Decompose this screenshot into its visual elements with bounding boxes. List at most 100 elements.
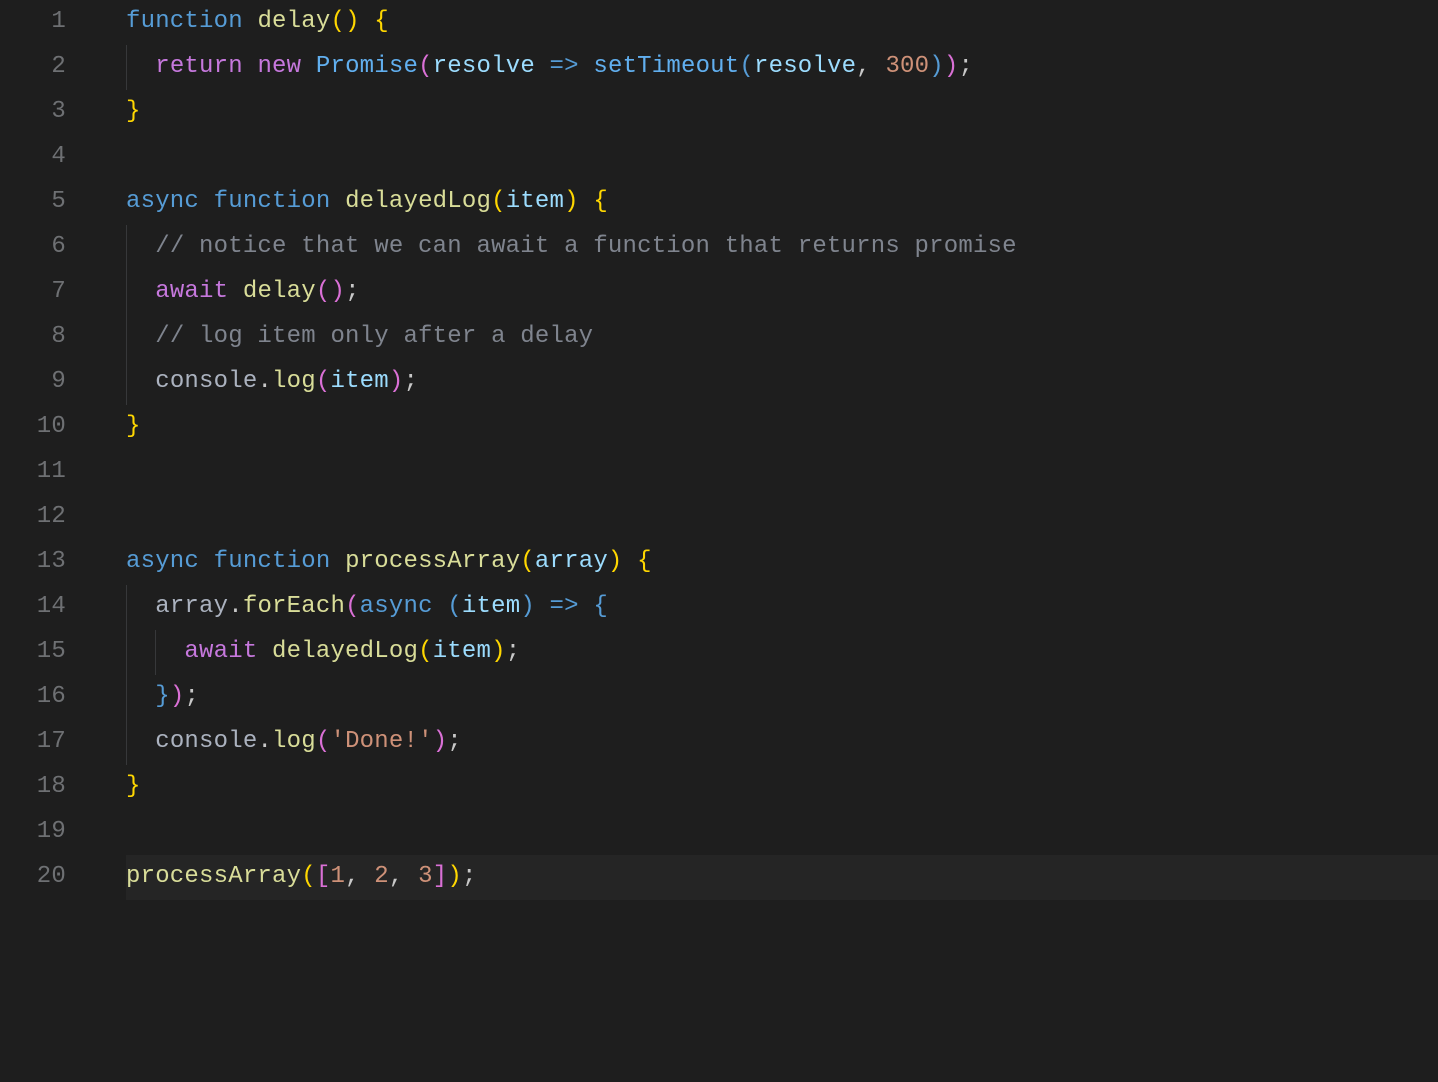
code-line[interactable]: await delayedLog(item);	[126, 630, 1438, 675]
token-fndef: processArray	[345, 548, 520, 575]
code-area[interactable]: function delay() { return new Promise(re…	[88, 0, 1438, 900]
indent	[126, 233, 155, 260]
token-brace-b: (	[447, 593, 462, 620]
token-num: 3	[418, 863, 433, 890]
line-number: 18	[0, 765, 66, 810]
code-line[interactable]: }	[126, 765, 1438, 810]
indent	[126, 53, 155, 80]
token-brace-p: (	[316, 278, 331, 305]
token-brace-y: {	[593, 188, 608, 215]
token-punct	[535, 53, 550, 80]
token-punct	[301, 53, 316, 80]
token-punct	[243, 8, 258, 35]
code-line[interactable]: console.log(item);	[126, 360, 1438, 405]
token-fn: processArray	[126, 863, 301, 890]
line-number: 12	[0, 495, 66, 540]
token-punct: ;	[184, 683, 199, 710]
token-kw: await	[184, 638, 257, 665]
token-punct	[360, 8, 375, 35]
code-line[interactable]: });	[126, 675, 1438, 720]
token-brace-p: )	[389, 368, 404, 395]
token-str: 'Done!'	[330, 728, 432, 755]
token-punct: ;	[506, 638, 521, 665]
token-punct: .	[257, 728, 272, 755]
line-number: 5	[0, 180, 66, 225]
line-number: 4	[0, 135, 66, 180]
token-fn: log	[272, 368, 316, 395]
token-punct: ,	[389, 863, 418, 890]
token-param: item	[433, 638, 491, 665]
token-fndef: delayedLog	[345, 188, 491, 215]
token-fndef: delay	[257, 8, 330, 35]
token-fn: log	[272, 728, 316, 755]
code-line[interactable]: console.log('Done!');	[126, 720, 1438, 765]
token-kw2: =>	[550, 593, 579, 620]
code-line[interactable]: }	[126, 90, 1438, 135]
token-brace-y: (	[491, 188, 506, 215]
code-line[interactable]: return new Promise(resolve => setTimeout…	[126, 45, 1438, 90]
code-line[interactable]: async function processArray(array) {	[126, 540, 1438, 585]
code-editor[interactable]: 1234567891011121314151617181920 function…	[0, 0, 1438, 900]
token-kw: new	[257, 53, 301, 80]
token-brace-p: ]	[433, 863, 448, 890]
code-line[interactable]: array.forEach(async (item) => {	[126, 585, 1438, 630]
token-punct	[330, 188, 345, 215]
code-line[interactable]: function delay() {	[126, 0, 1438, 45]
line-number: 9	[0, 360, 66, 405]
code-line[interactable]: async function delayedLog(item) {	[126, 180, 1438, 225]
token-kw2: function	[126, 8, 243, 35]
indent	[126, 278, 155, 305]
line-number: 8	[0, 315, 66, 360]
token-kw2: async	[126, 548, 199, 575]
token-cmt: // log item only after a delay	[155, 323, 593, 350]
token-punct	[535, 593, 550, 620]
token-brace-p: )	[170, 683, 185, 710]
token-num: 300	[885, 53, 929, 80]
token-brace-p: )	[433, 728, 448, 755]
token-punct: .	[257, 368, 272, 395]
indent-guide	[126, 585, 127, 765]
token-punct	[579, 53, 594, 80]
token-brace-y: )	[564, 188, 579, 215]
line-number: 7	[0, 270, 66, 315]
token-brace-y: (	[330, 8, 345, 35]
line-number: 10	[0, 405, 66, 450]
token-punct	[623, 548, 638, 575]
token-fn: forEach	[243, 593, 345, 620]
token-punct	[579, 593, 594, 620]
token-brace-y: {	[637, 548, 652, 575]
token-brace-p: (	[316, 368, 331, 395]
token-fn: delay	[243, 278, 316, 305]
line-number: 20	[0, 855, 66, 900]
indent	[126, 368, 155, 395]
token-num: 1	[330, 863, 345, 890]
code-line[interactable]: await delay();	[126, 270, 1438, 315]
token-brace-y: (	[520, 548, 535, 575]
code-line[interactable]	[126, 450, 1438, 495]
code-line[interactable]	[126, 810, 1438, 855]
code-line[interactable]	[126, 135, 1438, 180]
token-const: setTimeout	[593, 53, 739, 80]
code-line[interactable]: // log item only after a delay	[126, 315, 1438, 360]
token-brace-y: }	[126, 773, 141, 800]
token-brace-p: )	[944, 53, 959, 80]
indent-guide	[126, 225, 127, 405]
token-const: Promise	[316, 53, 418, 80]
code-line[interactable]: processArray([1, 2, 3]);	[126, 855, 1438, 900]
code-line[interactable]: // notice that we can await a function t…	[126, 225, 1438, 270]
token-punct: .	[228, 593, 243, 620]
token-punct	[433, 593, 448, 620]
token-kw: return	[155, 53, 243, 80]
line-number: 3	[0, 90, 66, 135]
token-param: item	[506, 188, 564, 215]
token-brace-p: (	[418, 53, 433, 80]
token-brace-b: }	[155, 683, 170, 710]
token-brace-y: {	[374, 8, 389, 35]
code-line[interactable]	[126, 495, 1438, 540]
indent-guide	[126, 45, 127, 90]
token-param: resolve	[433, 53, 535, 80]
token-punct: ;	[404, 368, 419, 395]
token-brace-p: (	[345, 593, 360, 620]
token-brace-y: (	[301, 863, 316, 890]
code-line[interactable]: }	[126, 405, 1438, 450]
